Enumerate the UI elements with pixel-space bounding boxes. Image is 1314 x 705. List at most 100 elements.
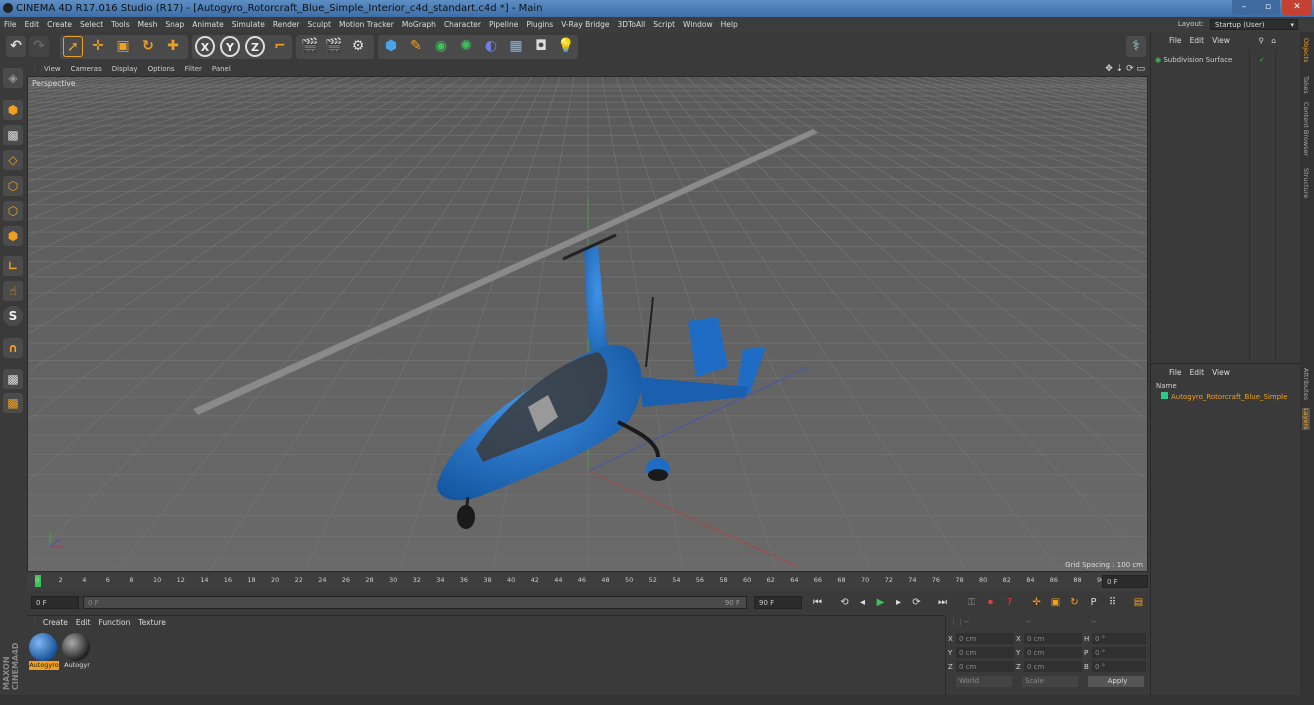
make-editable-icon[interactable]: ◈ <box>3 68 23 88</box>
x-axis-icon[interactable]: X <box>195 36 215 57</box>
position-y-field[interactable]: 0 cm <box>956 647 1014 658</box>
viewport-menu-display[interactable]: Display <box>107 62 143 76</box>
menu-plugins[interactable]: Plugins <box>522 17 557 32</box>
play-icon[interactable]: ▶ <box>873 595 888 610</box>
move-icon[interactable]: ✛ <box>88 36 108 57</box>
material-menu-create[interactable]: Create <box>39 616 72 630</box>
lm-menu-edit[interactable]: Edit <box>1190 368 1205 377</box>
snap-icon[interactable]: S <box>3 306 23 326</box>
position-z-field[interactable]: 0 cm <box>956 661 1014 672</box>
viewport-menu-options[interactable]: Options <box>143 62 180 76</box>
lock-workplane-icon[interactable]: ▩ <box>3 369 23 389</box>
coordinate-mode-select[interactable]: Scale <box>1022 676 1078 687</box>
menu-mesh[interactable]: Mesh <box>134 17 162 32</box>
rotate-icon[interactable]: ↻ <box>138 36 158 57</box>
locked-grid-icon[interactable]: ▩ <box>3 393 23 413</box>
menu-create[interactable]: Create <box>43 17 76 32</box>
minimize-button[interactable]: – <box>1232 0 1256 15</box>
rotation-p-field[interactable]: 0 ° <box>1092 647 1146 658</box>
lm-menu-view[interactable]: View <box>1212 368 1230 377</box>
cloner-icon[interactable]: ✺ <box>456 36 476 57</box>
viewport-menu-panel[interactable]: Panel <box>207 62 236 76</box>
search-icon[interactable]: ⚲ <box>1259 32 1265 50</box>
viewport-menu-view[interactable]: View <box>39 62 66 76</box>
current-frame-field[interactable]: 0 F <box>1102 575 1148 588</box>
tab-content-browser[interactable]: Content Browser <box>1302 102 1310 156</box>
key-rotation-icon[interactable]: ↻ <box>1067 595 1082 610</box>
object-row[interactable]: ◉ Subdivision Surface ✓ <box>1155 54 1295 66</box>
visibility-check-icon[interactable]: ✓ <box>1259 54 1265 66</box>
y-axis-icon[interactable]: Y <box>220 36 240 57</box>
record-icon[interactable]: ⏺ <box>983 595 998 610</box>
key-scale-icon[interactable]: ▣ <box>1048 595 1063 610</box>
perspective-viewport[interactable]: Perspective Grid Spacing : 100 cm <box>27 76 1148 572</box>
edges-mode-icon[interactable]: ⬡ <box>3 201 23 221</box>
menu-snap[interactable]: Snap <box>161 17 188 32</box>
tab-layers[interactable]: Layers <box>1302 408 1310 430</box>
rotation-b-field[interactable]: 0 ° <box>1092 661 1146 672</box>
previous-frame-icon[interactable]: ◂ <box>855 595 870 610</box>
apply-button[interactable]: Apply <box>1088 676 1144 687</box>
undo-icon[interactable]: ↶ <box>6 36 26 57</box>
menu-script[interactable]: Script <box>649 17 679 32</box>
om-menu-view[interactable]: View <box>1212 36 1230 45</box>
cube-icon[interactable]: ⬢ <box>381 36 401 57</box>
viewport-menu-filter[interactable]: Filter <box>180 62 207 76</box>
material-menu-texture[interactable]: Texture <box>134 616 169 630</box>
position-x-field[interactable]: 0 cm <box>956 633 1014 644</box>
texture-mode-icon[interactable]: ▩ <box>3 125 23 145</box>
viewport-menu-cameras[interactable]: Cameras <box>66 62 107 76</box>
material-swatch-1[interactable]: Autogyro <box>29 633 59 670</box>
menu-edit[interactable]: Edit <box>21 17 44 32</box>
z-axis-icon[interactable]: Z <box>245 36 265 57</box>
viewport-nav-icons[interactable]: ✥ ⇣ ⟳ ▭ <box>1105 62 1145 76</box>
maximize-button[interactable]: ▫ <box>1256 0 1280 15</box>
render-picture-viewer-icon[interactable]: 🎬 <box>324 36 344 57</box>
key-pla-icon[interactable]: ⠿ <box>1105 595 1120 610</box>
render-settings-icon[interactable]: ⚙ <box>348 36 368 57</box>
om-menu-edit[interactable]: Edit <box>1190 36 1205 45</box>
light-icon[interactable]: 💡 <box>556 36 576 57</box>
menu-sculpt[interactable]: Sculpt <box>304 17 335 32</box>
material-menu-edit[interactable]: Edit <box>72 616 95 630</box>
layer-row[interactable]: Autogyro_Rotorcraft_Blue_Simple <box>1161 392 1301 403</box>
timeline-ruler[interactable]: 0 2 4 6 8 10 12 14 16 18 20 22 24 26 28 30 32 34 36 38 40 42 4… <box>27 573 1149 591</box>
tab-objects[interactable]: Objects <box>1302 38 1310 63</box>
subdivision-icon[interactable]: ◉ <box>431 36 451 57</box>
menu-tools[interactable]: Tools <box>107 17 133 32</box>
tweak-mode-icon[interactable]: ☝ <box>3 281 23 301</box>
points-mode-icon[interactable]: ⬡ <box>3 176 23 196</box>
menu-vray-bridge[interactable]: V-Ray Bridge <box>557 17 613 32</box>
keyframe-selection-icon[interactable]: ⚿ <box>964 595 979 610</box>
floor-icon[interactable]: ▦ <box>506 36 526 57</box>
close-button[interactable]: ✕ <box>1282 0 1312 15</box>
size-y-field[interactable]: 0 cm <box>1024 647 1082 658</box>
menu-pipeline[interactable]: Pipeline <box>485 17 522 32</box>
deformer-icon[interactable]: ◐ <box>481 36 501 57</box>
select-arrow-icon[interactable]: ➚ <box>63 36 83 57</box>
coordinate-system-icon[interactable]: ⌐ <box>270 36 290 57</box>
end-frame-field[interactable]: 90 F <box>754 596 802 609</box>
python-icon[interactable]: ⚕ <box>1126 36 1146 57</box>
menu-help[interactable]: Help <box>717 17 742 32</box>
key-param-icon[interactable]: P <box>1086 595 1101 610</box>
render-view-icon[interactable]: 🎬 <box>300 36 320 57</box>
menu-mograph[interactable]: MoGraph <box>398 17 440 32</box>
scale-icon[interactable]: ▣ <box>113 36 133 57</box>
start-frame-field[interactable]: 0 F <box>31 596 79 609</box>
workplane-mode-icon[interactable]: ◇ <box>3 150 23 170</box>
menu-character[interactable]: Character <box>440 17 485 32</box>
home-icon[interactable]: ⌂ <box>1271 32 1276 50</box>
next-frame-icon[interactable]: ▸ <box>891 595 906 610</box>
go-to-end-icon[interactable]: ⏭ <box>935 595 950 610</box>
om-menu-file[interactable]: File <box>1169 36 1182 45</box>
material-swatch-2[interactable]: Autogyr <box>62 633 92 670</box>
size-z-field[interactable]: 0 cm <box>1024 661 1082 672</box>
camera-icon[interactable]: ◘ <box>531 36 551 57</box>
menu-render[interactable]: Render <box>269 17 304 32</box>
material-menu-function[interactable]: Function <box>94 616 134 630</box>
next-key-icon[interactable]: ⟳ <box>909 595 924 610</box>
autokey-icon[interactable]: ? <box>1002 595 1017 610</box>
timeline-settings-icon[interactable]: ▤ <box>1131 595 1146 610</box>
menu-window[interactable]: Window <box>679 17 717 32</box>
